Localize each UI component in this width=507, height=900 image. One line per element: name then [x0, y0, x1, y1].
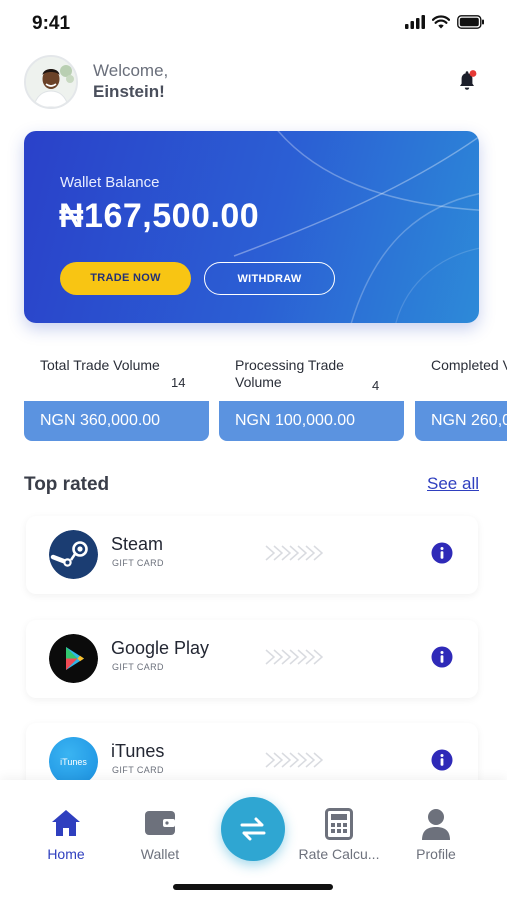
- wifi-icon: [432, 15, 450, 29]
- stat-count: 4: [372, 378, 380, 393]
- item-name: Steam: [111, 534, 164, 554]
- welcome-text: Welcome,: [93, 61, 169, 80]
- info-icon[interactable]: [431, 749, 453, 771]
- nav-label: Wallet: [140, 846, 180, 862]
- chevrons-icon: [265, 752, 324, 768]
- item-subtitle: GIFT CARD: [112, 558, 164, 568]
- wallet-balance-amount: ₦167,500.00: [59, 197, 260, 235]
- status-bar: 9:41: [0, 0, 507, 48]
- chevrons-icon: [265, 649, 324, 665]
- stat-title: Total Trade Volume: [40, 357, 160, 373]
- itunes-logo-icon: iTunes: [49, 737, 98, 786]
- nav-label: Profile: [416, 846, 456, 862]
- stat-card-total: Total Trade Volume 14 NGN 360,000.00: [24, 346, 209, 441]
- list-item-google-play[interactable]: Google Play GIFT CARD: [26, 620, 478, 698]
- info-icon[interactable]: [431, 646, 453, 668]
- item-subtitle: GIFT CARD: [112, 765, 164, 775]
- stat-value: NGN 360,000.00: [24, 401, 209, 441]
- item-name: Google Play: [111, 638, 210, 658]
- bell-icon: [460, 70, 477, 90]
- item-subtitle: GIFT CARD: [112, 662, 164, 672]
- home-icon: [52, 810, 80, 836]
- withdraw-button[interactable]: WITHDRAW: [204, 262, 335, 295]
- wallet-card: Wallet Balance ₦167,500.00 TRADE NOW WIT…: [24, 131, 479, 323]
- itunes-logo-text: iTunes: [60, 756, 87, 767]
- see-all-link[interactable]: See all: [427, 474, 479, 494]
- wallet-icon: [145, 811, 175, 835]
- status-time: 9:41: [32, 13, 71, 34]
- wallet-balance-label: Wallet Balance: [60, 174, 160, 191]
- username: Einstein!: [93, 82, 165, 101]
- stats-carousel[interactable]: Total Trade Volume 14 NGN 360,000.00 Pro…: [24, 346, 507, 446]
- swap-icon: [240, 817, 266, 841]
- stat-title: Completed Volume: [431, 357, 507, 373]
- top-rated-title: Top rated: [24, 474, 110, 495]
- steam-logo-icon: [49, 530, 98, 579]
- signal-icon: [405, 15, 425, 29]
- status-icons: [405, 15, 485, 29]
- item-name: iTunes: [111, 741, 165, 761]
- bottom-nav: Home Wallet Rate Calcu... Profile: [0, 780, 507, 900]
- stat-value: NGN 260,000.00: [415, 401, 507, 441]
- nav-label: Home: [47, 846, 85, 862]
- stat-count: 14: [171, 375, 186, 390]
- stat-card-processing: Processing Trade Volume 4 NGN 100,000.00: [219, 346, 404, 441]
- stat-card-completed: Completed Volume NGN 260,000.00: [415, 346, 507, 441]
- trade-swap-button[interactable]: [221, 797, 285, 861]
- list-item-steam[interactable]: Steam GIFT CARD: [26, 516, 478, 594]
- chevrons-icon: [265, 545, 324, 561]
- avatar-photo: [26, 57, 76, 107]
- stat-title: Processing Trade Volume: [235, 357, 344, 390]
- notification-button[interactable]: [455, 68, 479, 92]
- battery-icon: [457, 15, 484, 29]
- nav-label: Rate Calcu...: [298, 846, 380, 862]
- google-play-logo-icon: [49, 634, 98, 683]
- stat-value: NGN 100,000.00: [219, 401, 404, 441]
- trade-now-button[interactable]: TRADE NOW: [60, 262, 191, 295]
- calculator-icon: [325, 808, 353, 840]
- info-icon[interactable]: [431, 542, 453, 564]
- avatar[interactable]: [24, 55, 78, 109]
- home-indicator: [173, 884, 333, 890]
- notification-dot-icon: [469, 70, 477, 77]
- profile-icon: [422, 809, 450, 840]
